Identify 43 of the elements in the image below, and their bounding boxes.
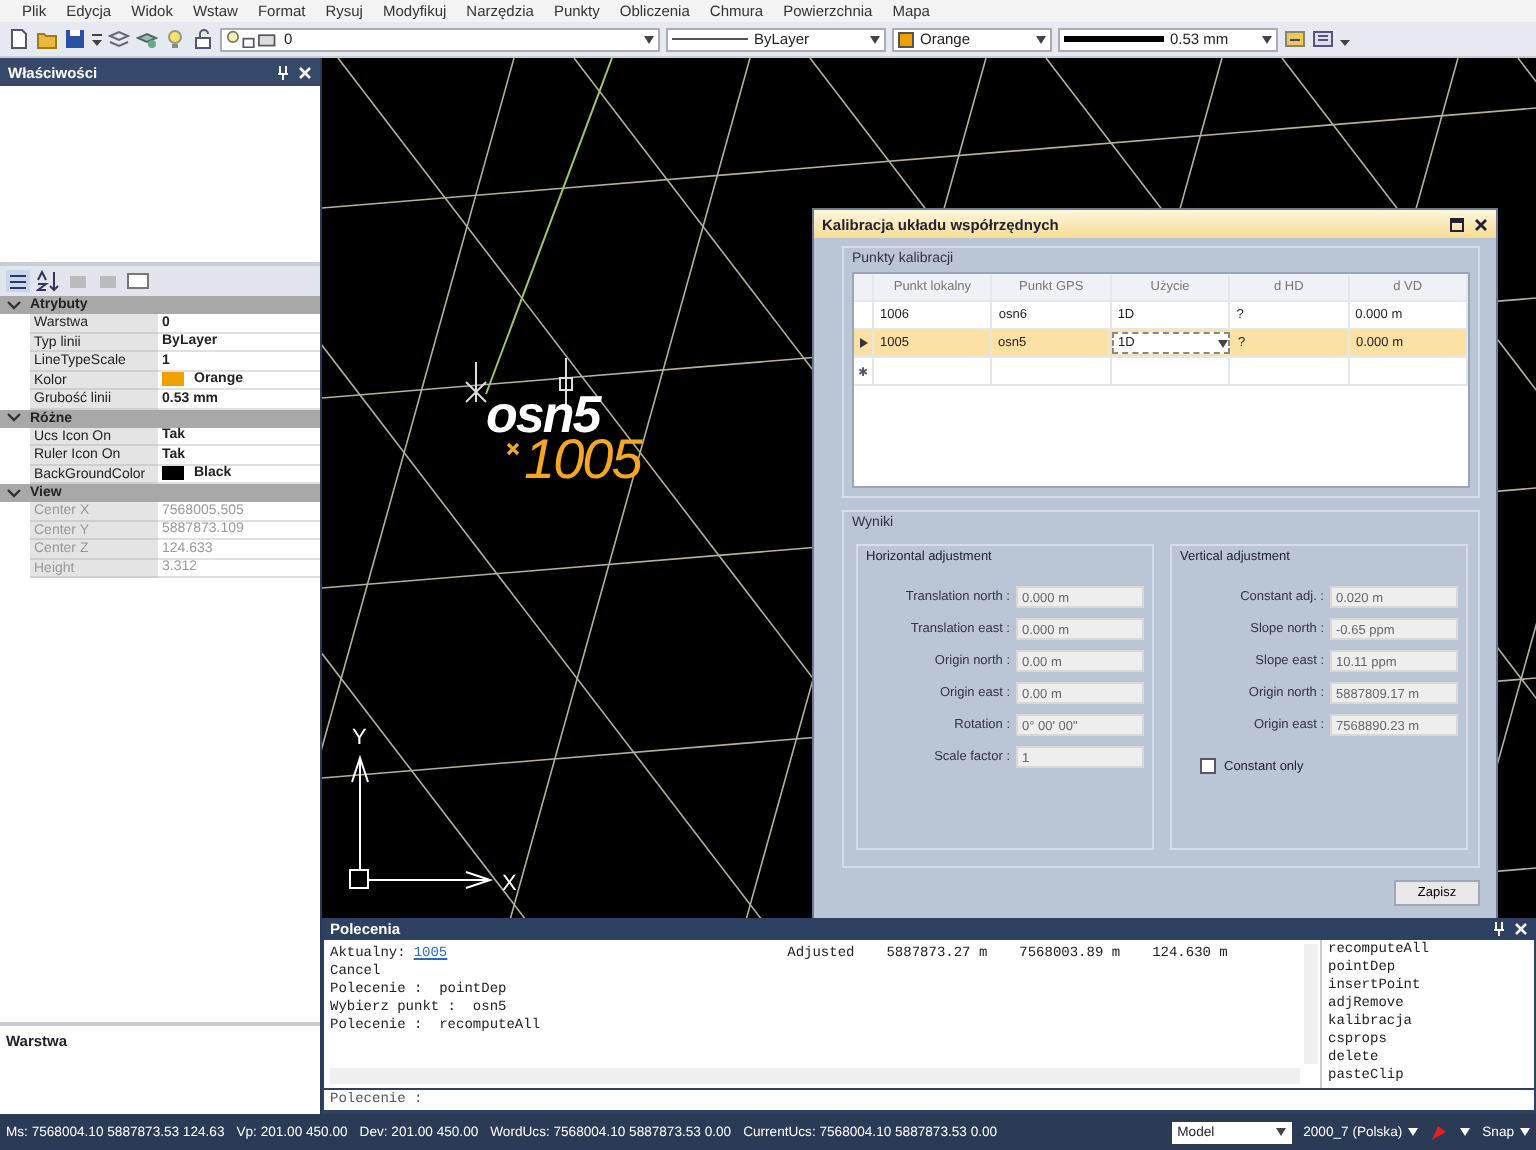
point-cross-icon (506, 442, 520, 456)
lock-icon[interactable] (192, 28, 214, 50)
close-icon[interactable] (1474, 217, 1488, 231)
layer-states-icon[interactable] (136, 28, 158, 50)
vertical-scrollbar[interactable] (1304, 944, 1318, 1065)
sort-icon[interactable] (36, 270, 60, 292)
ucs-axes-icon (349, 754, 494, 889)
line-sample (1064, 36, 1164, 42)
maximize-icon[interactable] (1450, 217, 1464, 231)
caret-icon (1036, 35, 1046, 43)
layers-icon[interactable] (108, 28, 130, 50)
caret-icon (1408, 1128, 1419, 1136)
caret-icon (1275, 1128, 1286, 1136)
collapse-chevron-icon[interactable] (6, 412, 22, 424)
disabled-tool-icon (66, 270, 90, 292)
match-properties-icon[interactable] (1284, 28, 1306, 50)
overflow-icon[interactable] (92, 28, 102, 50)
categorized-icon[interactable] (6, 270, 30, 292)
caret-icon (1520, 1128, 1530, 1136)
caret-icon (644, 35, 654, 43)
collapse-chevron-icon[interactable] (6, 487, 22, 499)
marker-icon[interactable] (1430, 1123, 1449, 1141)
axis-label: Y (352, 726, 367, 750)
collapse-chevron-icon[interactable] (6, 299, 22, 311)
axis-label: X (502, 872, 517, 896)
pin-icon[interactable] (276, 65, 290, 79)
property-pages-icon[interactable] (126, 270, 150, 292)
pin-icon[interactable] (1492, 922, 1506, 937)
save-icon[interactable] (64, 28, 86, 50)
caret-icon (870, 35, 880, 43)
disabled-tool-icon (96, 270, 120, 292)
caret-icon (1218, 339, 1228, 347)
line-sample (672, 38, 748, 40)
caret-icon[interactable] (1460, 1128, 1471, 1136)
horizontal-scrollbar[interactable] (330, 1068, 1300, 1085)
properties-icon[interactable] (1312, 28, 1334, 50)
current-row-icon (859, 338, 867, 348)
checkbox[interactable] (1200, 758, 1216, 774)
new-file-icon[interactable] (8, 28, 30, 50)
lightbulb-icon[interactable] (164, 28, 186, 50)
caret-icon (1262, 35, 1272, 43)
folder-icon[interactable] (36, 28, 58, 50)
layer-state-icons (226, 29, 278, 49)
